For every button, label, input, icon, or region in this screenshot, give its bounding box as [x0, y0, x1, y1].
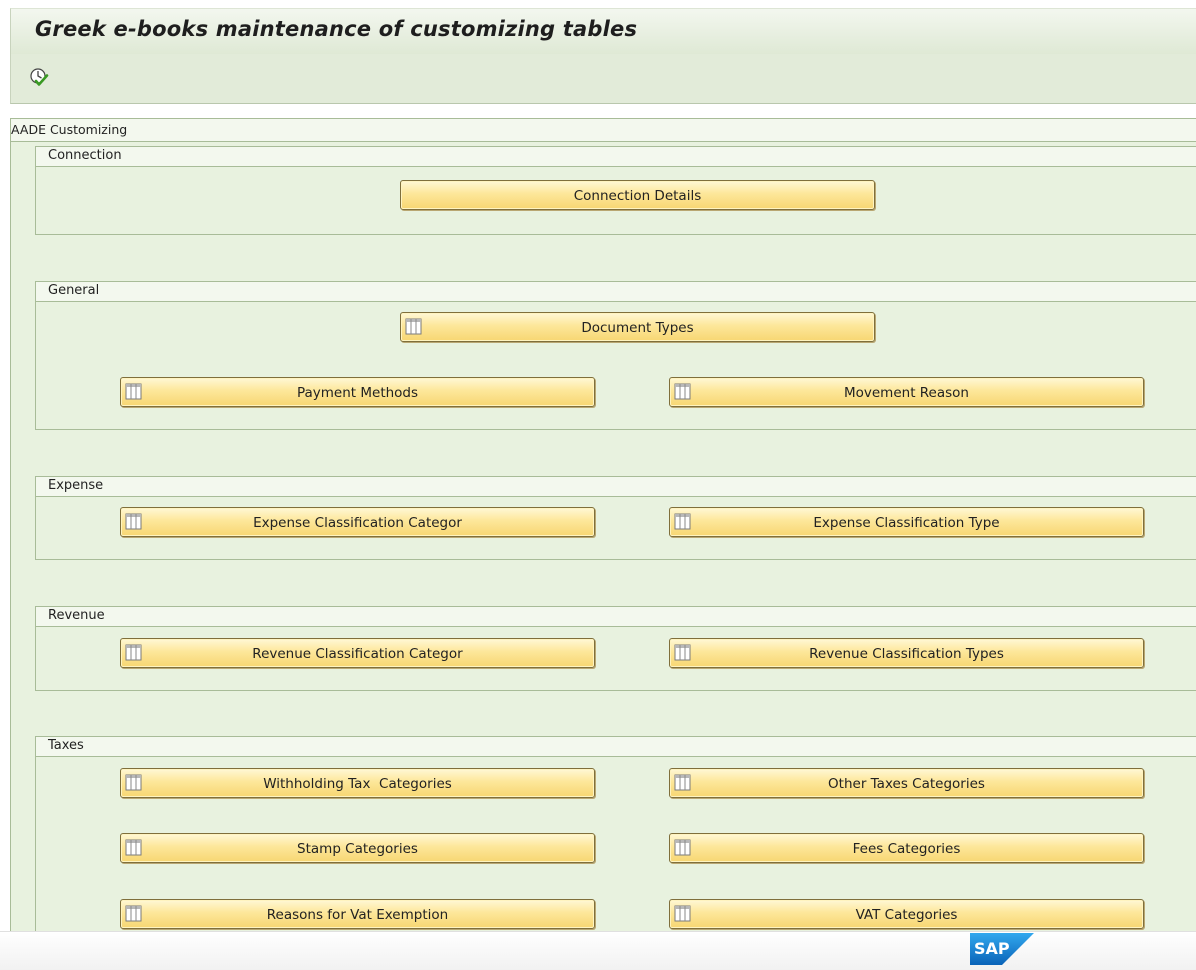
- button-label: Reasons for Vat Exemption: [266, 907, 449, 923]
- button-label: VAT Categories: [855, 907, 958, 923]
- button-label: Other Taxes Categories: [828, 776, 985, 792]
- group-header: Taxes: [36, 737, 1196, 757]
- group-title: Taxes: [48, 738, 84, 753]
- button-label: Fees Categories: [852, 841, 961, 857]
- group-header: Revenue: [36, 607, 1196, 627]
- button-label: Revenue Classification Categor: [252, 646, 463, 662]
- group-title: Revenue: [48, 608, 105, 623]
- title-bar: Greek e-books maintenance of customizing…: [10, 8, 1196, 55]
- group-taxes: Taxes Withholding Tax Categories Other T…: [35, 736, 1196, 938]
- button-label: Expense Classification Categor: [253, 515, 462, 531]
- sap-logo: SAP: [970, 933, 1034, 965]
- button-label: Withholding Tax Categories: [263, 776, 452, 792]
- fees-categories-button[interactable]: Fees Categories: [669, 833, 1144, 863]
- group-title: General: [48, 283, 100, 298]
- vat-categories-button[interactable]: VAT Categories: [669, 899, 1144, 929]
- group-general: General Document Types Payment Methods M…: [35, 281, 1196, 430]
- movement-reason-button[interactable]: Movement Reason: [669, 377, 1144, 407]
- group-header: Expense: [36, 477, 1196, 497]
- document-types-button[interactable]: Document Types: [400, 312, 875, 342]
- group-header: Connection: [36, 147, 1196, 167]
- revenue-classification-category-button[interactable]: Revenue Classification Categor: [120, 638, 595, 668]
- group-revenue: Revenue Revenue Classification Categor R…: [35, 606, 1196, 691]
- button-label: Document Types: [581, 320, 694, 336]
- frame-title: AADE Customizing: [11, 122, 128, 137]
- main-area: AADE Customizing Connection Connection D…: [10, 118, 1196, 938]
- button-label: Movement Reason: [843, 385, 969, 401]
- expense-classification-type-button[interactable]: Expense Classification Type: [669, 507, 1144, 537]
- execute-icon[interactable]: [28, 66, 50, 88]
- button-label: Revenue Classification Types: [809, 646, 1004, 662]
- stamp-categories-button[interactable]: Stamp Categories: [120, 833, 595, 863]
- withholding-tax-categories-button[interactable]: Withholding Tax Categories: [120, 768, 595, 798]
- status-bar: SAP: [0, 931, 1196, 970]
- frame-title-bar: AADE Customizing: [11, 119, 1196, 142]
- button-label: Expense Classification Type: [813, 515, 1000, 531]
- group-title: Connection: [48, 148, 122, 163]
- expense-classification-category-button[interactable]: Expense Classification Categor: [120, 507, 595, 537]
- button-label: Stamp Categories: [297, 841, 418, 857]
- connection-details-button[interactable]: Connection Details: [400, 180, 875, 210]
- other-taxes-categories-button[interactable]: Other Taxes Categories: [669, 768, 1144, 798]
- group-header: General: [36, 282, 1196, 302]
- revenue-classification-types-button[interactable]: Revenue Classification Types: [669, 638, 1144, 668]
- button-label: Payment Methods: [296, 385, 419, 401]
- aade-customizing-frame: AADE Customizing Connection Connection D…: [11, 118, 1196, 938]
- group-connection: Connection Connection Details: [35, 146, 1196, 235]
- reasons-for-vat-exemption-button[interactable]: Reasons for Vat Exemption: [120, 899, 595, 929]
- sap-logo-text: SAP: [974, 939, 1010, 958]
- payment-methods-button[interactable]: Payment Methods: [120, 377, 595, 407]
- application-toolbar: [10, 54, 1196, 104]
- group-expense: Expense Expense Classification Categor E…: [35, 476, 1196, 560]
- button-label: Connection Details: [573, 188, 702, 204]
- group-title: Expense: [48, 478, 104, 493]
- page-title: Greek e-books maintenance of customizing…: [35, 17, 638, 41]
